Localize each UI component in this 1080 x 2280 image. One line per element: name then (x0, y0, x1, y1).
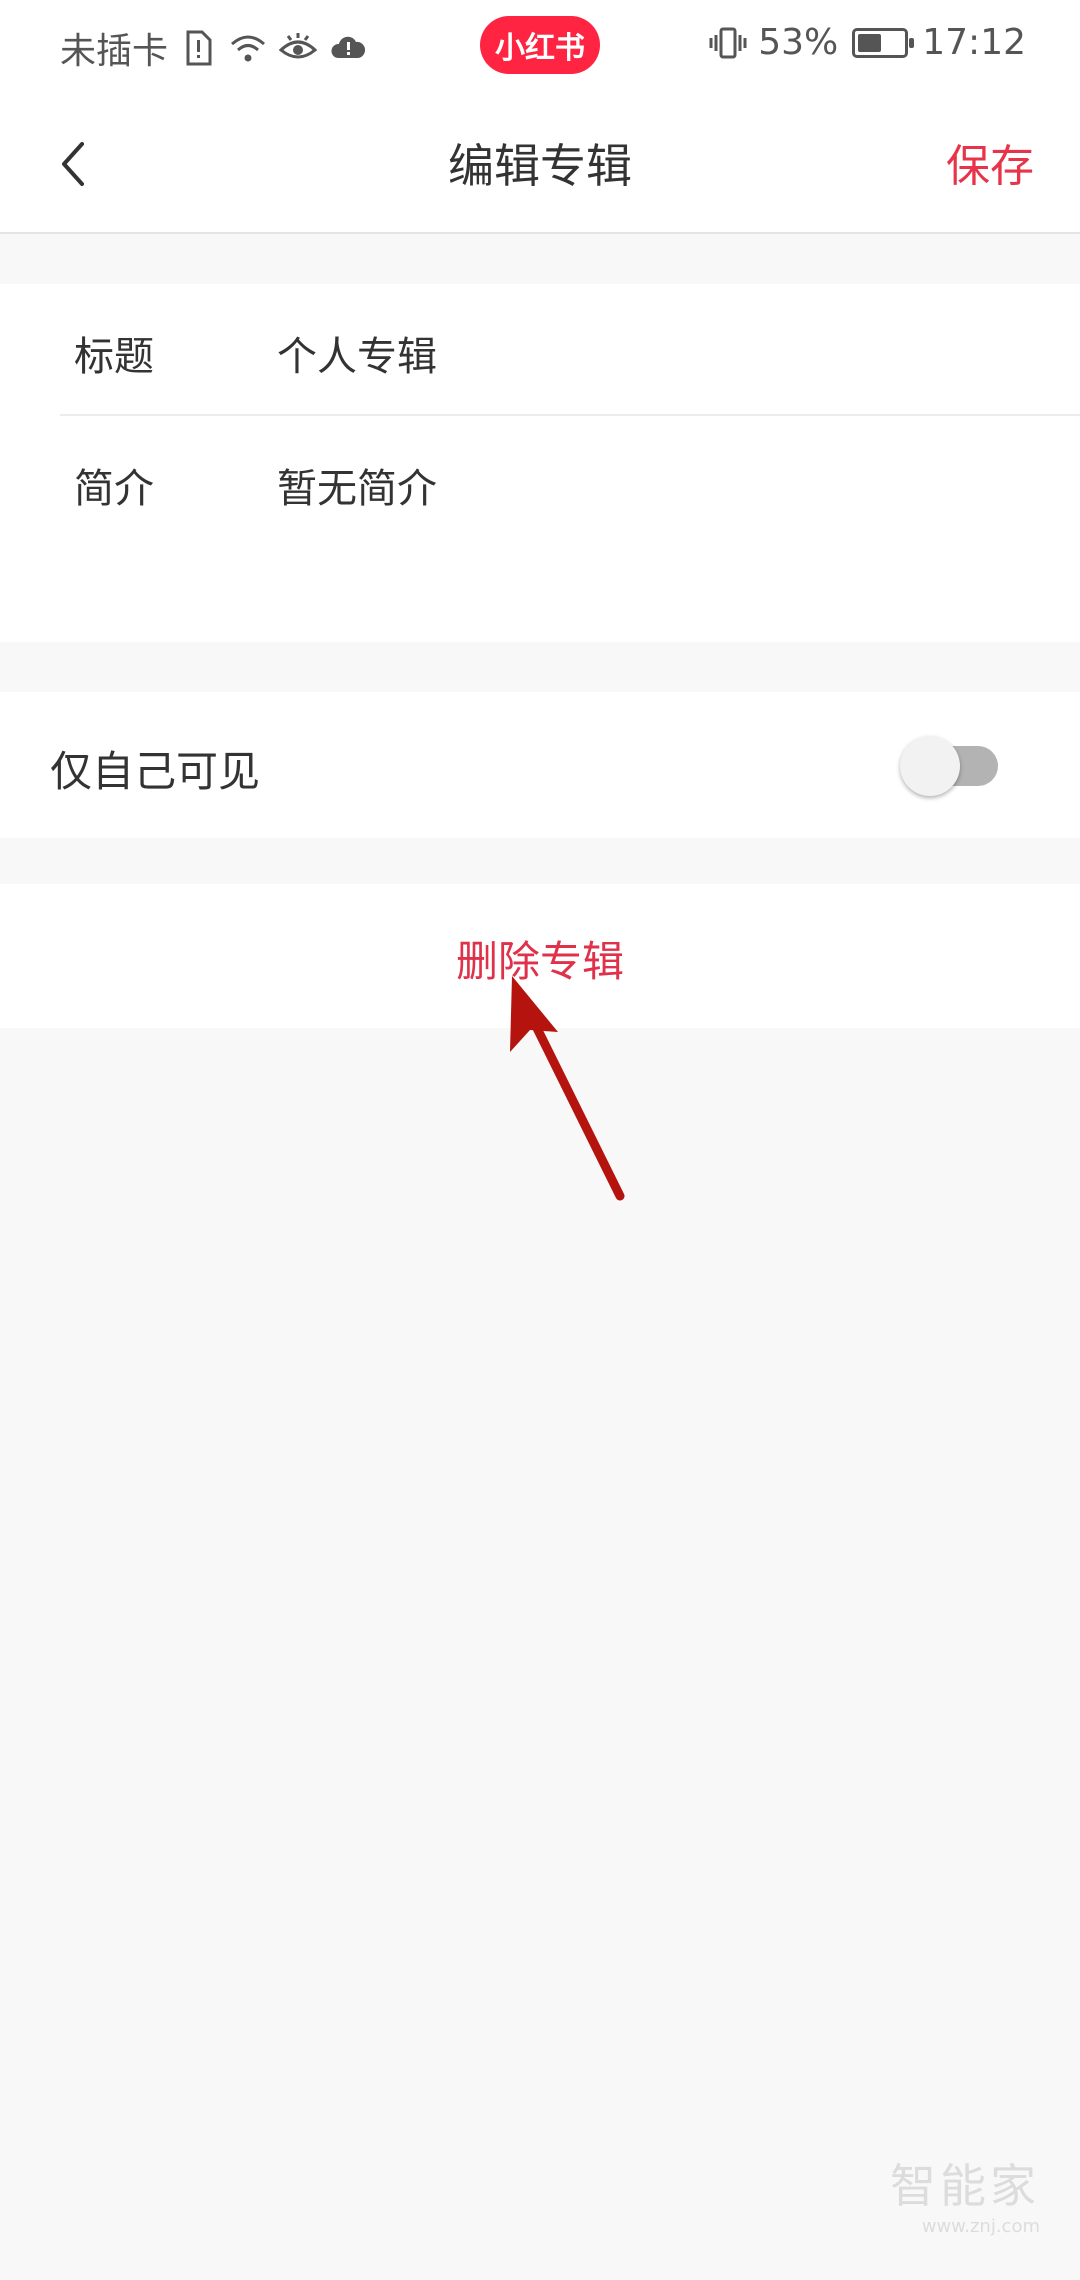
annotation-arrow (510, 976, 625, 1201)
private-visibility-toggle[interactable] (900, 734, 1000, 796)
intro-row: 简介 暂无简介 (0, 416, 1080, 546)
watermark-logo: 智能家 (890, 2159, 1040, 2213)
clock: 17:12 (922, 22, 1026, 63)
page-title: 编辑专辑 (448, 139, 632, 193)
vibrate-icon (708, 23, 748, 63)
album-info-form: 标题 个人专辑 简介 暂无简介 (0, 284, 1080, 642)
private-visibility-label: 仅自己可见 (50, 747, 261, 796)
wifi-icon (228, 28, 268, 68)
status-left: 未插卡 (60, 22, 368, 74)
battery-level-fill (858, 33, 882, 52)
battery-icon (852, 27, 915, 58)
status-right: 53% 17:12 (708, 22, 1026, 63)
app-brand-badge: 小红书 (480, 16, 600, 74)
edit-album-page: 未插卡 小红书 53% 17:12 编辑专辑 保存 标题 个人专辑 简介 暂无简… (0, 0, 1080, 2280)
sim-alert-icon (178, 28, 218, 68)
title-label: 标题 (74, 334, 154, 380)
title-input[interactable]: 个人专辑 (277, 324, 437, 382)
nav-bar: 编辑专辑 保存 (0, 92, 1080, 234)
watermark: 智能家 www.znj.com (890, 2150, 1040, 2237)
carrier-text: 未插卡 (60, 31, 169, 72)
intro-label: 简介 (74, 466, 154, 512)
eye-icon (278, 28, 318, 68)
intro-input[interactable]: 暂无简介 (277, 456, 437, 514)
privacy-row: 仅自己可见 (0, 692, 1080, 838)
title-row: 标题 个人专辑 (0, 284, 1080, 414)
status-bar: 未插卡 小红书 53% 17:12 (0, 0, 1080, 92)
toggle-knob (900, 736, 960, 796)
battery-percent: 53% (758, 22, 839, 63)
save-button[interactable]: 保存 (946, 130, 1034, 194)
watermark-url: www.znj.com (921, 2216, 1040, 2237)
cloud-icon (328, 28, 368, 68)
